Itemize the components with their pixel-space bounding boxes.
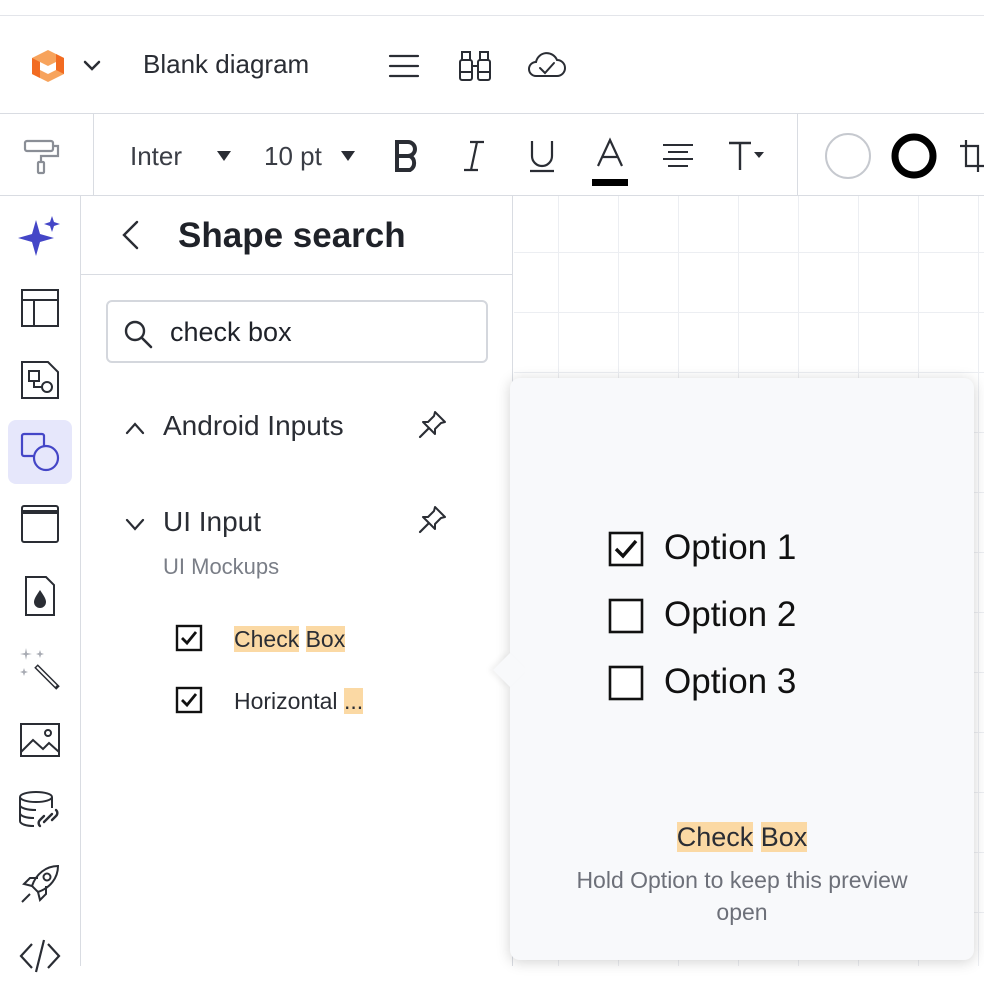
group-ui-input[interactable]: UI Input <box>121 504 461 544</box>
format-toolbar: Inter 10 pt <box>0 114 984 196</box>
shapes-icon <box>20 432 60 472</box>
checkbox-shape-icon <box>175 624 203 652</box>
toolbar-divider <box>797 114 798 196</box>
ink-drop-icon <box>25 576 55 616</box>
pin-icon[interactable] <box>418 504 448 534</box>
diagram-icon <box>21 361 59 399</box>
group-label: UI Input <box>163 506 262 537</box>
shape-item-label: Horizontal ... <box>234 688 364 714</box>
align-center-icon[interactable] <box>660 136 696 176</box>
rail-item-ai[interactable] <box>8 204 72 268</box>
left-tool-rail <box>0 196 81 973</box>
rail-item-code[interactable] <box>8 924 72 988</box>
magic-wand-icon <box>20 648 60 690</box>
underline-icon[interactable] <box>524 136 560 176</box>
shape-item-horizontal[interactable]: Horizontal ... <box>175 684 495 718</box>
back-icon[interactable] <box>119 218 143 252</box>
unchecked-box-icon <box>608 665 644 701</box>
fill-color-icon[interactable] <box>824 132 872 180</box>
font-family-label: Inter <box>130 140 183 171</box>
shape-preview-popover: Option 1 Option 2 Option 3 Check Box Hol… <box>493 378 974 960</box>
rail-item-shapes[interactable] <box>8 420 72 484</box>
chevron-down-icon[interactable] <box>123 514 147 534</box>
font-family-select[interactable]: Inter <box>130 136 240 176</box>
caret-down-icon <box>217 151 231 161</box>
preview-shape-name: Check Box <box>676 822 808 852</box>
rail-item-magic[interactable] <box>8 636 72 700</box>
group-label: Android Inputs <box>163 410 344 441</box>
chevron-up-icon[interactable] <box>123 418 147 438</box>
toolbar-divider <box>93 114 94 196</box>
document-title[interactable]: Blank diagram <box>143 49 309 80</box>
data-link-icon <box>19 791 59 828</box>
cloud-check-icon[interactable] <box>524 46 568 86</box>
preview-hint: Hold Option to keep this preview open <box>576 867 908 925</box>
top-strip <box>0 0 984 16</box>
rail-item-launch[interactable] <box>8 852 72 916</box>
templates-icon <box>21 289 59 327</box>
group-android-inputs[interactable]: Android Inputs <box>121 408 461 448</box>
shape-item-label: Check Box <box>234 626 346 652</box>
rocket-icon <box>21 864 60 903</box>
checked-box-icon <box>608 531 644 567</box>
panel-header: Shape search <box>81 196 513 275</box>
chevron-down-icon[interactable] <box>80 56 104 76</box>
search-icon <box>124 320 153 349</box>
paint-roller-icon[interactable] <box>22 136 62 176</box>
shape-search-input[interactable] <box>170 312 470 352</box>
font-size-label: 10 pt <box>264 140 322 171</box>
bold-icon[interactable] <box>388 136 424 176</box>
binoculars-icon[interactable] <box>453 46 497 86</box>
frame-icon <box>21 505 59 543</box>
preview-option-label: Option 2 <box>664 595 797 634</box>
caret-down-icon <box>341 151 355 161</box>
code-icon <box>19 939 61 973</box>
text-options-icon[interactable] <box>726 136 770 176</box>
shape-search-panel: Shape search Android Inputs UI Input UI … <box>81 196 513 966</box>
rail-item-diagram[interactable] <box>8 348 72 412</box>
rail-item-image[interactable] <box>8 708 72 772</box>
shape-search-box[interactable] <box>106 300 488 363</box>
italic-icon[interactable] <box>456 136 492 176</box>
pin-icon[interactable] <box>418 409 448 439</box>
preview-option-label: Option 3 <box>664 662 797 701</box>
rail-item-ink[interactable] <box>8 564 72 628</box>
unchecked-box-icon <box>608 598 644 634</box>
crop-icon[interactable] <box>958 136 984 176</box>
font-size-select[interactable]: 10 pt <box>264 136 364 176</box>
lucid-logo[interactable] <box>28 48 68 84</box>
menu-icon[interactable] <box>382 46 426 86</box>
panel-title: Shape search <box>178 216 406 255</box>
rail-item-data[interactable] <box>8 780 72 844</box>
rail-item-frame[interactable] <box>8 492 72 556</box>
ai-sparkle-icon <box>18 216 60 256</box>
image-icon <box>20 723 60 757</box>
group-source-label: UI Mockups <box>163 554 280 579</box>
preview-option-label: Option 1 <box>664 528 797 567</box>
rail-item-templates[interactable] <box>8 276 72 340</box>
line-color-icon[interactable] <box>890 132 938 180</box>
shape-item-check-box[interactable]: Check Box <box>175 622 495 656</box>
text-color-icon[interactable] <box>591 136 629 188</box>
checkbox-shape-icon <box>175 686 203 714</box>
app-header: Blank diagram <box>0 16 984 114</box>
